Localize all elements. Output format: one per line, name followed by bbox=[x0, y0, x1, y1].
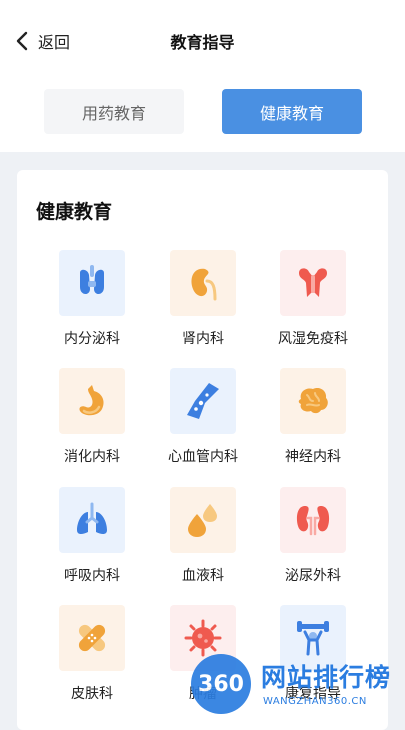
dept-label: 康复指导 bbox=[285, 686, 341, 702]
dumbbell-icon bbox=[280, 605, 346, 671]
thyroid-icon bbox=[59, 250, 125, 316]
health-education-card: 健康教育 内分泌科 肾内科 风湿免疫科 消化内科 心血管内科 神经内科 呼吸内科… bbox=[17, 170, 388, 730]
dept-nephrology[interactable]: 肾内科 bbox=[143, 250, 263, 360]
department-grid: 内分泌科 肾内科 风湿免疫科 消化内科 心血管内科 神经内科 呼吸内科 血液科 … bbox=[17, 170, 388, 730]
stomach-icon bbox=[59, 368, 125, 434]
dept-gastroenterology[interactable]: 消化内科 bbox=[32, 368, 152, 478]
dept-hematology[interactable]: 血液科 bbox=[143, 487, 263, 597]
blood-vessel-icon bbox=[170, 368, 236, 434]
virus-cell-icon bbox=[170, 605, 236, 671]
dept-label: 皮肤科 bbox=[71, 686, 113, 702]
dept-rheumatology[interactable]: 风湿免疫科 bbox=[253, 250, 373, 360]
dept-label: 风湿免疫科 bbox=[278, 331, 348, 347]
bandage-icon bbox=[59, 605, 125, 671]
dept-neurology[interactable]: 神经内科 bbox=[253, 368, 373, 478]
lungs-icon bbox=[59, 487, 125, 553]
dept-label: 泌尿外科 bbox=[285, 568, 341, 584]
top-bar: 返回 教育指导 用药教育 健康教育 bbox=[0, 0, 405, 152]
dept-rehabilitation[interactable]: 康复指导 bbox=[253, 605, 373, 715]
page-title: 教育指导 bbox=[170, 33, 235, 52]
dept-label: 呼吸内科 bbox=[64, 568, 120, 584]
dept-label: 神经内科 bbox=[285, 449, 341, 465]
bone-joint-icon bbox=[280, 250, 346, 316]
dept-label: 消化内科 bbox=[64, 449, 120, 465]
dept-urology[interactable]: 泌尿外科 bbox=[253, 487, 373, 597]
dept-label: 心血管内科 bbox=[168, 449, 238, 465]
dept-label: 内分泌科 bbox=[64, 331, 120, 347]
dept-respiratory[interactable]: 呼吸内科 bbox=[32, 487, 152, 597]
kidneys-icon bbox=[280, 487, 346, 553]
dept-oncology[interactable]: 肿瘤 bbox=[143, 605, 263, 715]
tab-medication-education[interactable]: 用药教育 bbox=[44, 89, 184, 134]
blood-drops-icon bbox=[170, 487, 236, 553]
dept-dermatology[interactable]: 皮肤科 bbox=[32, 605, 152, 715]
kidney-icon bbox=[170, 250, 236, 316]
dept-label: 肿瘤 bbox=[189, 686, 217, 702]
dept-endocrinology[interactable]: 内分泌科 bbox=[32, 250, 152, 360]
tab-health-education[interactable]: 健康教育 bbox=[222, 89, 362, 134]
dept-label: 肾内科 bbox=[182, 331, 224, 347]
dept-label: 血液科 bbox=[182, 568, 224, 584]
dept-cardiology[interactable]: 心血管内科 bbox=[143, 368, 263, 478]
brain-icon bbox=[280, 368, 346, 434]
